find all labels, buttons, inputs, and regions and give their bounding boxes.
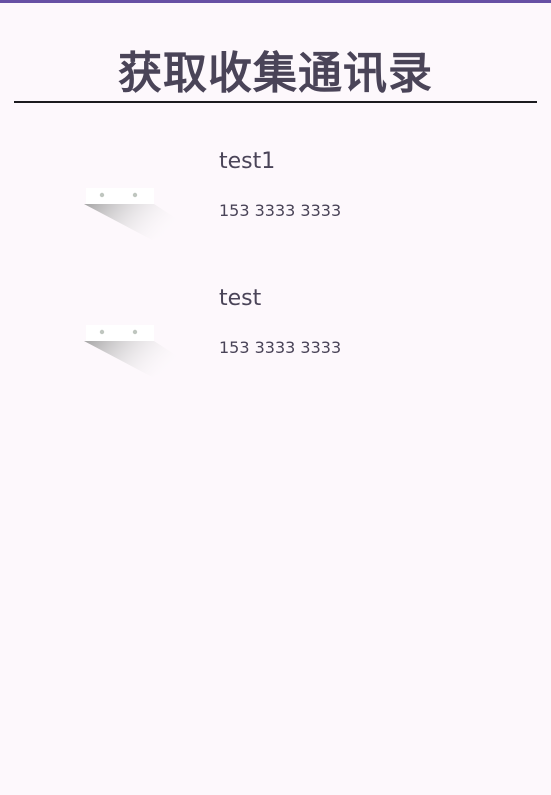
contact-list: test1 153 3333 3333 test 153 3333 3333: [0, 130, 551, 404]
page-title: 获取收集通讯录: [118, 48, 433, 99]
contact-card-icon: [84, 325, 188, 377]
contact-phone: 153 3333 3333: [219, 201, 342, 220]
contact-item[interactable]: test 153 3333 3333: [0, 267, 551, 404]
title-divider: [14, 101, 537, 103]
top-accent-bar: [0, 0, 551, 3]
contact-card-icon: [84, 188, 188, 240]
contact-name: test1: [219, 149, 276, 174]
contact-item[interactable]: test1 153 3333 3333: [0, 130, 551, 267]
contact-phone: 153 3333 3333: [219, 338, 342, 357]
contact-name: test: [219, 286, 262, 311]
